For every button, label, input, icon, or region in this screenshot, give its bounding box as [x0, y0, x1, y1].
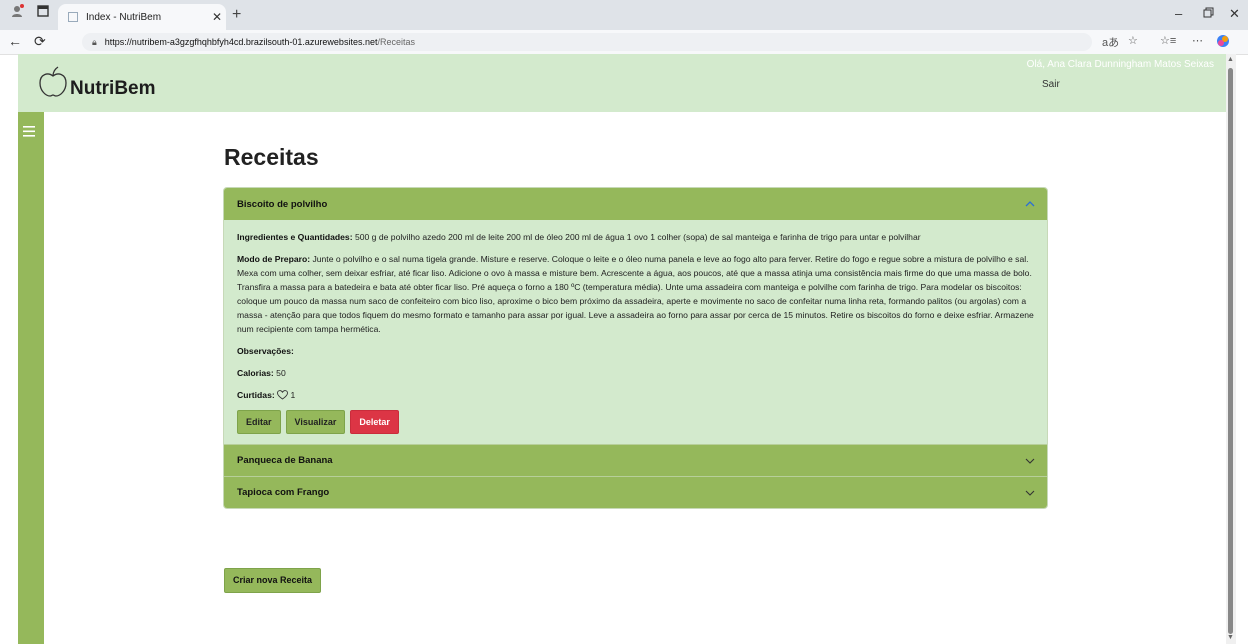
browser-left-controls: [10, 4, 50, 18]
scroll-down-icon[interactable]: ▼: [1227, 634, 1234, 641]
heart-outline-icon[interactable]: [277, 390, 289, 404]
recipe-name: Panqueca de Banana: [237, 455, 333, 466]
method-label: Modo de Preparo:: [237, 254, 311, 264]
chevron-down-icon: [1025, 456, 1035, 466]
minimize-icon[interactable]: –: [1175, 6, 1182, 21]
notes-label: Observações:: [237, 346, 294, 356]
sidebar: [18, 112, 44, 644]
create-recipe-button[interactable]: Criar nova Receita: [224, 568, 322, 593]
url-path: /Receitas: [377, 37, 415, 47]
method-section: Modo de Preparo: Junte o polvilho e o sa…: [237, 252, 1034, 336]
brand-name: NutriBem: [70, 78, 156, 99]
refresh-icon[interactable]: ⟳: [34, 33, 46, 50]
scroll-thumb[interactable]: [1228, 68, 1233, 634]
favorite-star-icon[interactable]: ☆: [1128, 34, 1138, 47]
scroll-up-icon[interactable]: ▲: [1227, 56, 1234, 63]
chevron-down-icon: [1025, 488, 1035, 498]
chevron-up-icon: [1025, 199, 1035, 209]
ingredients-text: 500 g de polvilho azedo 200 ml de leite …: [352, 232, 921, 242]
profile-icon[interactable]: [10, 4, 24, 18]
close-window-icon[interactable]: ✕: [1229, 6, 1240, 22]
brand-logo[interactable]: NutriBem: [38, 66, 156, 103]
tab-title: Index - NutriBem: [86, 11, 162, 23]
likes-section: Curtidas: 1: [237, 388, 1034, 404]
lock-icon: 🔒︎: [92, 36, 97, 47]
restore-icon[interactable]: [1203, 6, 1214, 21]
browser-tab-bar: Index - NutriBem ✕ + – ✕: [0, 0, 1248, 30]
edit-button[interactable]: Editar: [237, 410, 281, 434]
calories-label: Calorias:: [237, 368, 274, 378]
tab-actions-icon[interactable]: [36, 4, 50, 18]
notes-section: Observações:: [237, 344, 1034, 358]
url-field[interactable]: 🔒︎ https://nutribem-a3gzgfhqhbfyh4cd.bra…: [82, 33, 1092, 51]
recipe-name: Biscoito de polvilho: [237, 198, 328, 210]
likes-count: 1: [290, 390, 296, 400]
hamburger-menu-icon[interactable]: [23, 126, 35, 137]
site-header: NutriBem Olá, Ana Clara Dunningham Matos…: [18, 54, 1226, 112]
page-scrollbar[interactable]: ▲ ▼: [1226, 54, 1236, 644]
delete-button[interactable]: Deletar: [350, 410, 399, 434]
close-tab-icon[interactable]: ✕: [208, 10, 226, 24]
favorites-icon[interactable]: ☆≡: [1160, 34, 1176, 47]
browser-tab[interactable]: Index - NutriBem ✕: [58, 4, 226, 30]
apple-outline-icon: [38, 66, 68, 103]
logout-link[interactable]: Sair: [1042, 79, 1060, 90]
favicon-icon: [68, 12, 78, 22]
read-aloud-icon[interactable]: aあ: [1102, 34, 1119, 50]
accordion-header-biscoito[interactable]: Biscoito de polvilho: [224, 188, 1047, 220]
recipe-name: Tapioca com Frango: [237, 487, 330, 498]
new-tab-icon[interactable]: +: [232, 6, 241, 24]
view-button[interactable]: Visualizar: [285, 410, 346, 434]
page-title: Receitas: [224, 144, 319, 170]
address-bar-row: ← ⟳ 🔒︎ https://nutribem-a3gzgfhqhbfyh4cd…: [0, 30, 1248, 55]
back-icon[interactable]: ←: [8, 33, 22, 49]
accordion-header-panqueca[interactable]: Panqueca de Banana: [224, 444, 1047, 476]
ingredients-label: Ingredientes e Quantidades:: [237, 232, 353, 242]
method-text: Junte o polvilho e o sal numa tigela gra…: [237, 254, 1034, 334]
url-host: https://nutribem-a3gzgfhqhbfyh4cd.brazil…: [104, 37, 378, 47]
user-greeting: Olá, Ana Clara Dunningham Matos Seixas: [1026, 59, 1214, 70]
calories-value: 50: [273, 368, 286, 378]
recipes-accordion: Biscoito de polvilho Ingredientes e Quan…: [223, 187, 1048, 509]
likes-label: Curtidas:: [237, 390, 275, 400]
ingredients-section: Ingredientes e Quantidades: 500 g de pol…: [237, 230, 1034, 244]
accordion-header-tapioca[interactable]: Tapioca com Frango: [224, 476, 1047, 508]
calories-section: Calorias: 50: [237, 366, 1034, 380]
recipe-actions: Editar Visualizar Deletar: [237, 410, 1034, 434]
more-options-icon[interactable]: ⋯: [1192, 34, 1203, 47]
accordion-body-biscoito: Ingredientes e Quantidades: 500 g de pol…: [224, 220, 1047, 444]
copilot-icon[interactable]: [1216, 34, 1230, 51]
